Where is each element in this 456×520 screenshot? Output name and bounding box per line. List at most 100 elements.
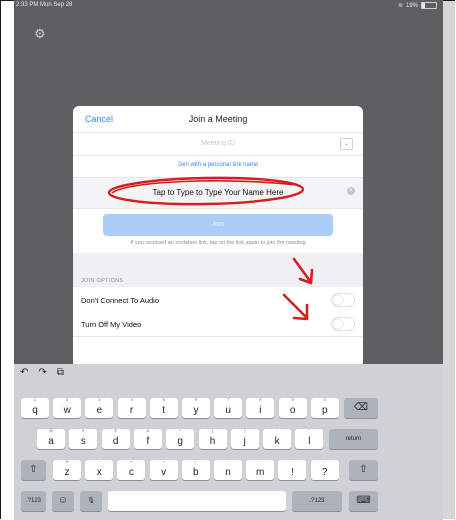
ipad-screen: 2:33 PM Mon Sep 28 ≋ 19% ⚙ Cancel Join a…: [14, 0, 443, 520]
key-label: w: [63, 405, 71, 416]
keyboard-dismiss-icon[interactable]: ⌨: [349, 491, 378, 511]
key-secondary-label: 7: [226, 397, 230, 402]
key-m[interactable]: :m: [246, 459, 275, 480]
key-secondary-label: .: [323, 459, 326, 464]
microphone-icon[interactable]: 🎙: [80, 491, 102, 511]
key-o[interactable]: 9o: [278, 397, 307, 418]
key-s[interactable]: # s: [69, 428, 98, 449]
key-label: v: [161, 467, 167, 478]
name-field[interactable]: Tap to Type to Type Your Name Here ×: [73, 177, 363, 209]
key-secondary-label: *: [179, 428, 182, 433]
key-secondary-label: :: [259, 459, 261, 464]
key-label: o: [289, 405, 296, 416]
key-secondary-label: 4: [130, 397, 133, 402]
key-k[interactable]: ' k: [263, 428, 292, 449]
key-e[interactable]: 3e: [85, 397, 114, 418]
key-label: z: [64, 467, 70, 478]
personal-link-button[interactable]: Join with a personal link name: [73, 162, 363, 168]
key-label: m: [256, 467, 265, 478]
key-w[interactable]: 2w: [53, 397, 82, 418]
meeting-id-field[interactable]: Meeting ID ⌄: [73, 133, 363, 156]
audio-toggle[interactable]: [331, 293, 355, 307]
space-key[interactable]: [108, 491, 286, 511]
key-label: y: [193, 405, 199, 416]
key-q[interactable]: 1q: [21, 397, 49, 418]
key-v[interactable]: = v: [149, 459, 178, 480]
join-options-header: JOIN OPTIONS: [73, 253, 363, 287]
gear-icon[interactable]: ⚙: [34, 27, 48, 41]
dialog-title: Join a Meeting: [188, 114, 248, 124]
key-j[interactable]: ) j: [230, 428, 259, 449]
option-audio-row: Don't Connect To Audio: [73, 288, 363, 313]
key-a[interactable]: @ a: [37, 428, 65, 449]
backspace-icon[interactable]: ⌫: [344, 398, 378, 418]
invite-hint: If you received an invitation link, tap …: [130, 240, 306, 246]
key-secondary-label: +: [130, 459, 133, 464]
key-label: s: [80, 436, 86, 447]
option-video-label: Turn Off My Video: [81, 320, 142, 329]
key-z[interactable]: % z: [53, 459, 81, 480]
key-label: a: [48, 436, 54, 447]
key-n[interactable]: ; n: [214, 459, 242, 480]
key-i[interactable]: 8i: [246, 397, 275, 418]
undo-icon[interactable]: ↶: [20, 367, 28, 378]
key-t[interactable]: 5t: [149, 397, 178, 418]
key-label: n: [225, 467, 231, 478]
shift-right-icon[interactable]: ⇧: [349, 460, 378, 480]
key-secondary-label: 1: [33, 397, 37, 402]
clear-icon[interactable]: ×: [347, 187, 355, 195]
numbers-key-right[interactable]: .?123: [292, 491, 342, 511]
key-secondary-label: (: [211, 428, 214, 433]
return-key[interactable]: return: [329, 429, 378, 449]
key-secondary-label: 0: [323, 397, 327, 402]
shift-left-icon[interactable]: ⇧: [21, 460, 46, 480]
key-label: f: [146, 436, 150, 447]
right-margin: [443, 1, 455, 519]
key-u[interactable]: 7u: [214, 397, 243, 418]
key-p[interactable]: 0p: [310, 397, 339, 418]
key-c[interactable]: + c: [117, 459, 146, 480]
key-y[interactable]: 6y: [182, 397, 210, 418]
key-h[interactable]: (h: [198, 428, 227, 449]
key-label: x: [96, 467, 102, 478]
key-exclamation[interactable]: ,!: [278, 459, 307, 480]
key-label: l: [308, 436, 311, 447]
key-label: k: [274, 436, 280, 447]
battery-icon: [421, 2, 437, 9]
key-secondary-label: 6: [194, 397, 198, 402]
key-secondary-label: 5: [162, 397, 166, 402]
key-secondary-label: @: [48, 428, 54, 433]
paste-icon[interactable]: ⧉: [57, 367, 64, 378]
key-secondary-label: ): [244, 428, 246, 433]
key-secondary-label: 2: [65, 397, 69, 402]
key-g[interactable]: * g: [166, 428, 195, 449]
join-button[interactable]: Join: [103, 214, 333, 236]
key-x[interactable]: -x: [85, 459, 114, 480]
key-secondary-label: /: [195, 459, 197, 464]
key-label: p: [322, 405, 328, 416]
key-label: b: [193, 467, 199, 478]
meeting-id-placeholder: Meeting ID: [201, 140, 235, 147]
key-r[interactable]: 4r: [117, 397, 146, 418]
join-options-label: JOIN OPTIONS: [81, 278, 124, 284]
name-field-value: Tap to Type to Type Your Name Here: [152, 188, 284, 197]
key-label: ?: [321, 467, 328, 478]
key-secondary-label: -: [98, 459, 100, 464]
numbers-key-left[interactable]: .?123: [21, 491, 46, 511]
video-toggle[interactable]: [331, 317, 355, 331]
chevron-down-icon[interactable]: ⌄: [340, 138, 353, 150]
left-margin: [1, 1, 14, 519]
emoji-icon[interactable]: ☺: [52, 491, 74, 511]
key-secondary-label: ": [308, 428, 311, 433]
key-d[interactable]: $ d: [101, 428, 130, 449]
key-secondary-label: 8: [259, 397, 262, 402]
key-f[interactable]: & f: [133, 428, 162, 449]
key-l[interactable]: " l: [295, 428, 324, 449]
key-secondary-label: %: [64, 459, 69, 464]
option-audio-label: Don't Connect To Audio: [81, 296, 160, 305]
redo-icon[interactable]: ↷: [38, 367, 46, 378]
key-question[interactable]: .?: [310, 459, 339, 480]
key-label: q: [32, 405, 38, 416]
key-b[interactable]: / b: [181, 459, 210, 480]
key-label: r: [129, 405, 134, 416]
